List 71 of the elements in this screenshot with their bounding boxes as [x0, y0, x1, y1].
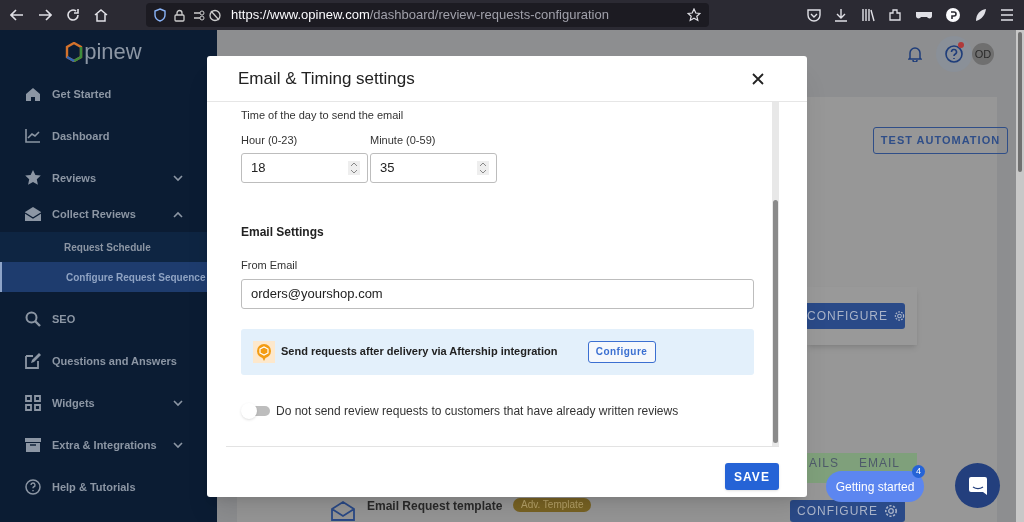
library-icon[interactable] — [861, 8, 875, 22]
field-label: Hour (0-23) — [241, 132, 299, 148]
configure-button[interactable]: CONFIGURE — [805, 303, 905, 329]
archive-icon — [24, 436, 42, 454]
url-text: https://www.opinew.com/dashboard/review-requests-configuration — [231, 6, 609, 25]
pocket-icon[interactable] — [807, 8, 821, 22]
toggle-label: Do not send review requests to customers that have already written reviews — [276, 402, 679, 420]
sidebar-item[interactable]: Help & Tutorials — [0, 466, 217, 508]
address-bar[interactable]: https://www.opinew.com/dashboard/review-requests-configuration — [146, 3, 709, 27]
spinner-icon[interactable] — [477, 161, 489, 175]
page-scrollbar[interactable] — [1016, 30, 1024, 522]
chart-icon — [24, 127, 42, 145]
help-icon — [945, 45, 963, 63]
spinner-icon[interactable] — [348, 161, 360, 175]
hour-input[interactable]: 18 — [241, 153, 368, 183]
sidebar-item[interactable]: Questions and Answers — [0, 340, 217, 382]
minute-input[interactable]: 35 — [370, 153, 497, 183]
toggle-switch[interactable] — [241, 402, 270, 419]
section-heading: Email Settings — [241, 224, 325, 241]
bell-icon[interactable] — [908, 46, 922, 62]
forward-icon[interactable] — [38, 8, 52, 22]
package-pin-icon — [253, 340, 275, 363]
gear-icon — [884, 504, 898, 518]
bookmark-star-icon[interactable] — [687, 8, 701, 22]
lock-icon — [174, 8, 185, 22]
sidebar-item[interactable]: Widgets — [0, 382, 217, 424]
envelope-icon — [330, 500, 356, 522]
help-icon — [24, 478, 42, 496]
dialog-scrollbar[interactable] — [772, 102, 779, 446]
search-icon — [24, 310, 42, 328]
star-icon — [24, 169, 42, 187]
sidebar-item[interactable]: Get Started — [0, 73, 217, 115]
menu-icon[interactable] — [1000, 9, 1014, 21]
extension-icon[interactable] — [888, 8, 902, 22]
house-icon — [24, 85, 42, 103]
from-email-input[interactable]: orders@yourshop.com — [241, 278, 754, 309]
template-title: Email Request template — [367, 498, 503, 515]
dialog-title: Email & Timing settings — [238, 67, 415, 90]
close-icon[interactable] — [752, 72, 764, 85]
configure-button[interactable]: CONFIGURE — [790, 500, 905, 522]
section-label: Time of the day to send the email — [241, 108, 405, 123]
sidebar-item[interactable]: SEO — [0, 298, 217, 340]
leaf-icon[interactable] — [973, 8, 987, 22]
download-icon[interactable] — [834, 8, 848, 22]
sidebar-item[interactable]: Extra & Integrations — [0, 424, 217, 466]
test-automation-button[interactable]: TEST AUTOMATION — [873, 127, 1008, 154]
envelope-icon — [24, 205, 42, 223]
permissions-icon — [193, 8, 223, 22]
logo-text: pinew — [84, 38, 142, 66]
shield-icon — [154, 8, 166, 22]
grid-icon — [24, 394, 42, 412]
sidebar-item[interactable]: Collect Reviews — [0, 196, 217, 232]
template-badge: Adv. Template — [513, 498, 592, 512]
field-label: From Email — [241, 258, 299, 273]
gear-icon — [894, 309, 905, 323]
sidebar-item[interactable]: Reviews — [0, 157, 217, 199]
user-avatar[interactable]: OD — [972, 43, 994, 65]
save-button[interactable]: SAVE — [725, 463, 779, 490]
edit-icon — [24, 352, 42, 370]
configure-button[interactable]: Configure — [587, 340, 656, 363]
chat-icon — [967, 475, 988, 496]
field-label: Minute (0-59) — [370, 132, 437, 148]
profile-icon[interactable] — [946, 8, 960, 22]
sidebar-item[interactable]: Dashboard — [0, 115, 217, 157]
help-button[interactable] — [936, 36, 972, 72]
banner-text: Send requests after delivery via Aftership integration — [281, 344, 558, 360]
mask-icon[interactable] — [915, 10, 933, 20]
logo-hexagon-icon — [65, 41, 84, 62]
home-icon[interactable] — [94, 8, 108, 22]
reload-icon[interactable] — [66, 8, 80, 22]
back-icon[interactable] — [10, 8, 24, 22]
